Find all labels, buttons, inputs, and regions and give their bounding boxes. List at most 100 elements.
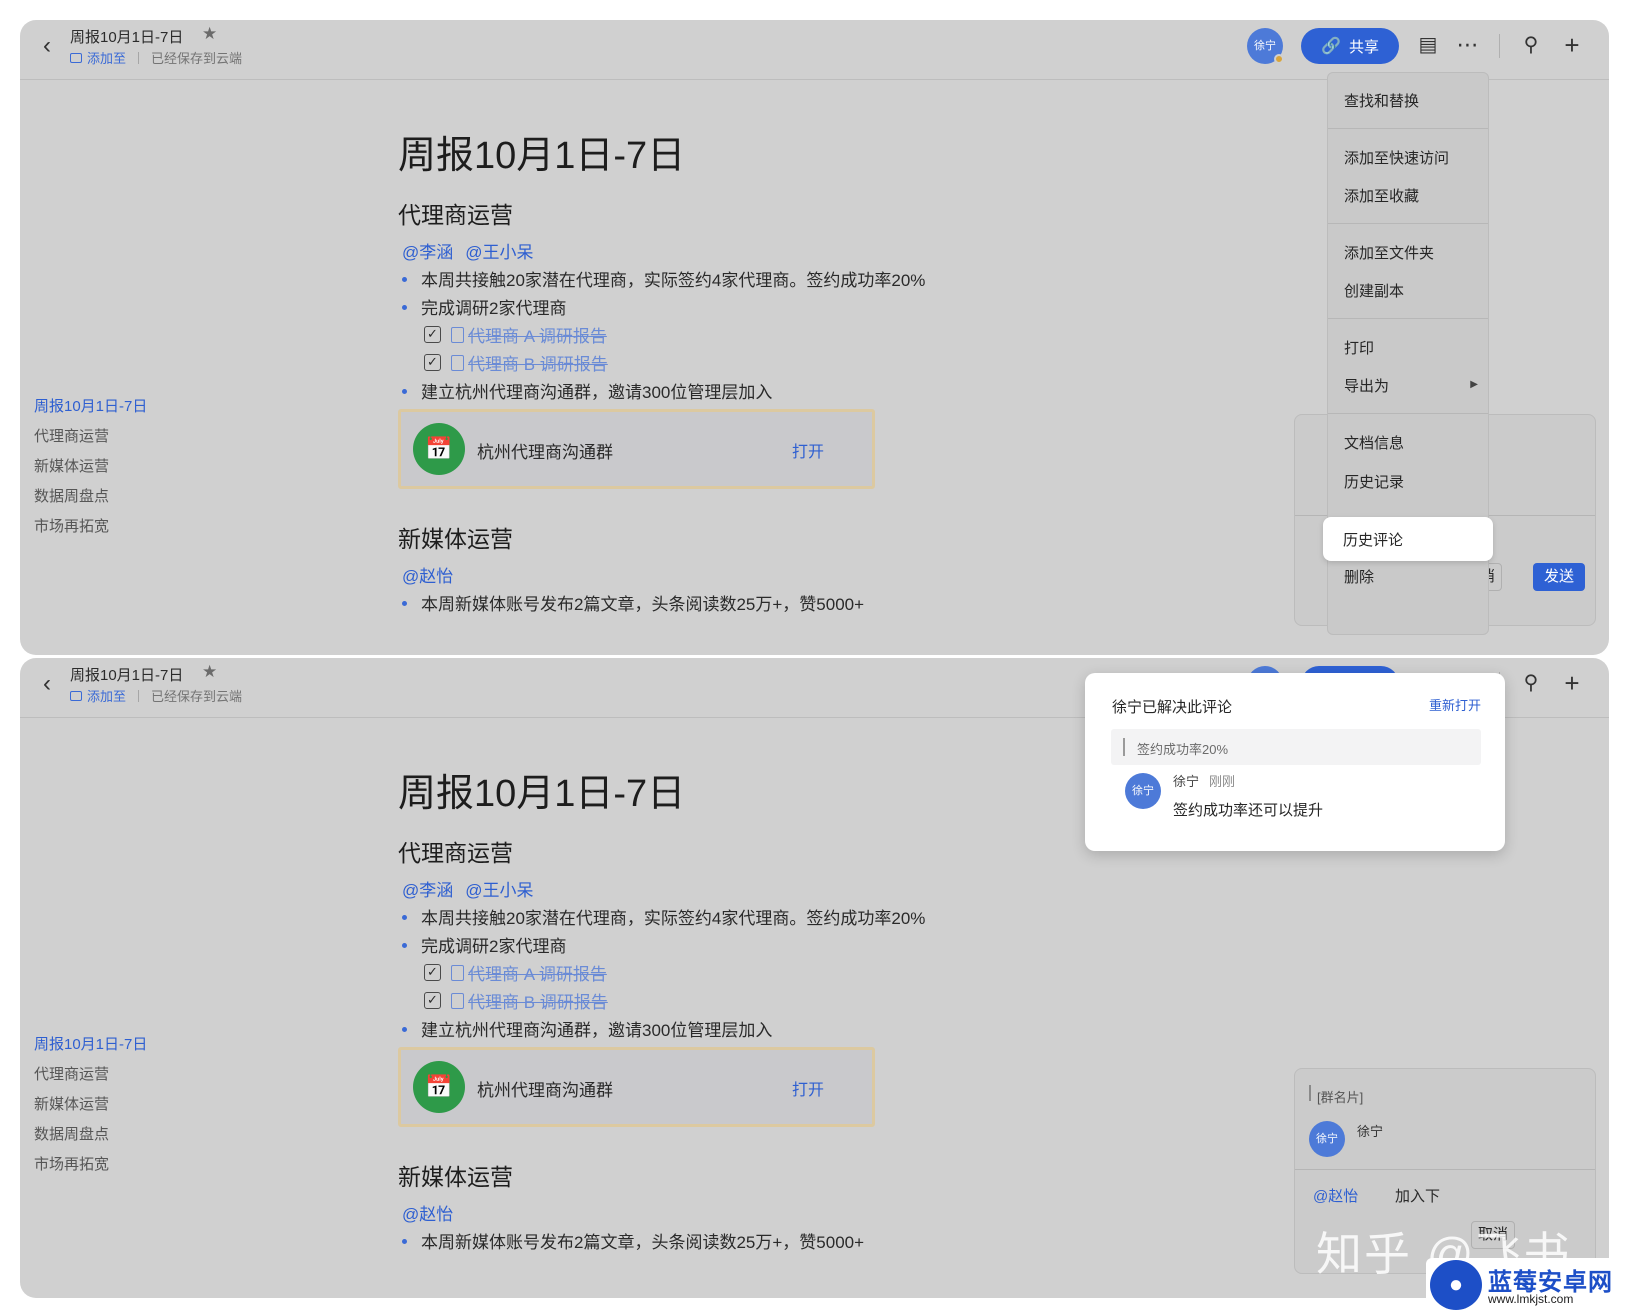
mention-link[interactable]: @王小呆 — [465, 881, 533, 900]
divider — [138, 51, 140, 64]
task-link[interactable]: 代理商 B 调研报告 — [468, 988, 608, 1013]
chevron-right-icon: ▶ — [1470, 379, 1478, 390]
list-item: 建立杭州代理商沟通群，邀请300位管理层加入 — [402, 1016, 772, 1041]
task-item: ✓ 代理商 B 调研报告 — [424, 350, 608, 375]
comment-input-text[interactable]: 加入下 — [1395, 1185, 1440, 1206]
avatar-label: 徐宁 — [1254, 40, 1276, 52]
group-name: 杭州代理商沟通群 — [477, 1081, 613, 1100]
task-link[interactable]: 代理商 A 调研报告 — [468, 960, 607, 985]
comment-author: 徐宁 — [1173, 774, 1200, 789]
document-window-comment-state: ‹ 周报10月1日-7日 ★ 添加至 已经保存到云端 徐宁 🔗共享 ▤ ⋯ ⚲ … — [20, 658, 1609, 1298]
section-heading: 新媒体运营 — [398, 526, 513, 552]
share-button[interactable]: 🔗 共享 — [1301, 28, 1399, 64]
save-status: 已经保存到云端 — [151, 689, 243, 704]
menu-item-print[interactable]: 打印 — [1344, 337, 1374, 358]
checkbox[interactable]: ✓ — [424, 326, 441, 343]
send-button[interactable]: 发送 — [1533, 563, 1585, 591]
popup-title: 徐宁已解决此评论 — [1112, 699, 1233, 716]
document-window-menu-state: ‹ 周报10月1日-7日 ★ 添加至 已经保存到云端 徐宁 🔗 共享 ▤ ⋯ ⚲ … — [20, 20, 1609, 655]
add-to-link[interactable]: 添加至 — [70, 48, 126, 67]
mentions: @李涵 @王小呆 — [402, 238, 546, 263]
menu-item-doc-info[interactable]: 文档信息 — [1344, 432, 1404, 453]
search-icon[interactable]: ⚲ — [1516, 30, 1546, 60]
menu-item-quick-access[interactable]: 添加至快速访问 — [1344, 147, 1449, 168]
add-to-label: 添加至 — [87, 51, 127, 66]
list-item: 本周共接触20家潜在代理商，实际签约4家代理商。签约成功率20% — [402, 266, 925, 291]
doc-icon — [451, 992, 464, 1009]
outline-item[interactable]: 新媒体运营 — [34, 452, 234, 482]
add-to-label: 添加至 — [87, 689, 127, 704]
menu-item-export[interactable]: 导出为 — [1344, 375, 1389, 396]
menu-item-delete[interactable]: 删除 — [1344, 566, 1374, 587]
menu-item-find-replace[interactable]: 查找和替换 — [1344, 90, 1419, 111]
star-icon[interactable]: ★ — [202, 662, 217, 682]
mentions: @赵怡 — [402, 1200, 465, 1225]
back-icon[interactable]: ‹ — [34, 33, 60, 59]
outline-item[interactable]: 市场再拓宽 — [34, 1150, 234, 1180]
mentions: @赵怡 — [402, 562, 465, 587]
outline-item[interactable]: 数据周盘点 — [34, 482, 234, 512]
mention-link[interactable]: @赵怡 — [402, 1205, 453, 1224]
reopen-button[interactable]: 重新打开 — [1429, 695, 1481, 714]
add-to-link[interactable]: 添加至 — [70, 686, 126, 705]
mention-link[interactable]: @赵怡 — [1313, 1185, 1358, 1206]
checkbox[interactable]: ✓ — [424, 354, 441, 371]
quote-text: 签约成功率20% — [1137, 742, 1229, 757]
comment-quote: 签约成功率20% — [1111, 729, 1481, 765]
mention-link[interactable]: @赵怡 — [402, 567, 453, 586]
page-title: 周报10月1日-7日 — [398, 135, 686, 177]
presentation-icon[interactable]: ▤ — [1413, 30, 1443, 60]
star-icon[interactable]: ★ — [202, 24, 217, 44]
outline-item[interactable]: 代理商运营 — [34, 422, 234, 452]
back-icon[interactable]: ‹ — [34, 671, 60, 697]
open-button[interactable]: 打开 — [792, 438, 824, 462]
checkbox[interactable]: ✓ — [424, 964, 441, 981]
menu-item-label: 历史评论 — [1343, 532, 1404, 549]
outline-item[interactable]: 代理商运营 — [34, 1060, 234, 1090]
quote-label: [群名片] — [1317, 1090, 1364, 1105]
task-item: ✓ 代理商 A 调研报告 — [424, 960, 607, 985]
menu-item-history-comments[interactable]: 历史评论 — [1323, 517, 1493, 561]
outline-item[interactable]: 数据周盘点 — [34, 1120, 234, 1150]
outline-item[interactable]: 市场再拓宽 — [34, 512, 234, 542]
task-link[interactable]: 代理商 B 调研报告 — [468, 350, 608, 375]
mention-link[interactable]: @李涵 — [402, 243, 453, 262]
task-item: ✓ 代理商 A 调研报告 — [424, 322, 607, 347]
mention-link[interactable]: @王小呆 — [465, 243, 533, 262]
comment-text: 签约成功率还可以提升 — [1173, 802, 1324, 819]
group-name: 杭州代理商沟通群 — [477, 443, 613, 462]
group-chat-icon: 📅 — [413, 423, 465, 475]
brand-badge: ● 蓝莓安卓网 www.lmkjst.com — [1426, 1258, 1616, 1312]
doc-header: ‹ 周报10月1日-7日 ★ 添加至 已经保存到云端 徐宁 🔗共享 ▤ ⋯ ⚲ … — [20, 20, 1609, 80]
section-heading: 代理商运营 — [398, 840, 513, 866]
more-icon[interactable]: ⋯ — [1453, 30, 1483, 60]
plus-icon[interactable]: + — [1557, 668, 1587, 698]
page-title: 周报10月1日-7日 — [398, 773, 686, 815]
list-item: 本周共接触20家潜在代理商，实际签约4家代理商。签约成功率20% — [402, 904, 925, 929]
search-icon[interactable]: ⚲ — [1516, 668, 1546, 698]
menu-item-history[interactable]: 历史记录 — [1344, 471, 1404, 492]
checkbox[interactable]: ✓ — [424, 992, 441, 1009]
doc-title: 周报10月1日-7日 — [70, 29, 184, 46]
menu-item-copy[interactable]: 创建副本 — [1344, 280, 1404, 301]
avatar[interactable]: 徐宁 — [1247, 28, 1284, 64]
android-logo-icon: ● — [1430, 1260, 1482, 1310]
outline-item[interactable]: 周报10月1日-7日 — [34, 392, 234, 422]
resolved-comment-popup: 徐宁已解决此评论 重新打开 签约成功率20% 徐宁 徐宁 刚刚 签约成功率还可以… — [1085, 673, 1505, 851]
open-button[interactable]: 打开 — [792, 1076, 824, 1100]
section-heading: 新媒体运营 — [398, 1164, 513, 1190]
menu-item-favorite[interactable]: 添加至收藏 — [1344, 185, 1419, 206]
avatar: 徐宁 — [1309, 1121, 1345, 1157]
menu-item-add-folder[interactable]: 添加至文件夹 — [1344, 242, 1434, 263]
mention-link[interactable]: @李涵 — [402, 881, 453, 900]
divider — [138, 689, 140, 702]
outline-item[interactable]: 新媒体运营 — [34, 1090, 234, 1120]
outline-sidebar: 周报10月1日-7日 代理商运营 新媒体运营 数据周盘点 市场再拓宽 — [34, 1030, 234, 1180]
task-link[interactable]: 代理商 A 调研报告 — [468, 322, 607, 347]
group-card: 📅 杭州代理商沟通群 打开 — [398, 409, 875, 489]
outline-item[interactable]: 周报10月1日-7日 — [34, 1030, 234, 1060]
plus-icon[interactable]: + — [1557, 30, 1587, 60]
list-item: 完成调研2家代理商 — [402, 932, 566, 957]
menu-divider — [1328, 223, 1488, 224]
folder-icon — [70, 690, 82, 701]
